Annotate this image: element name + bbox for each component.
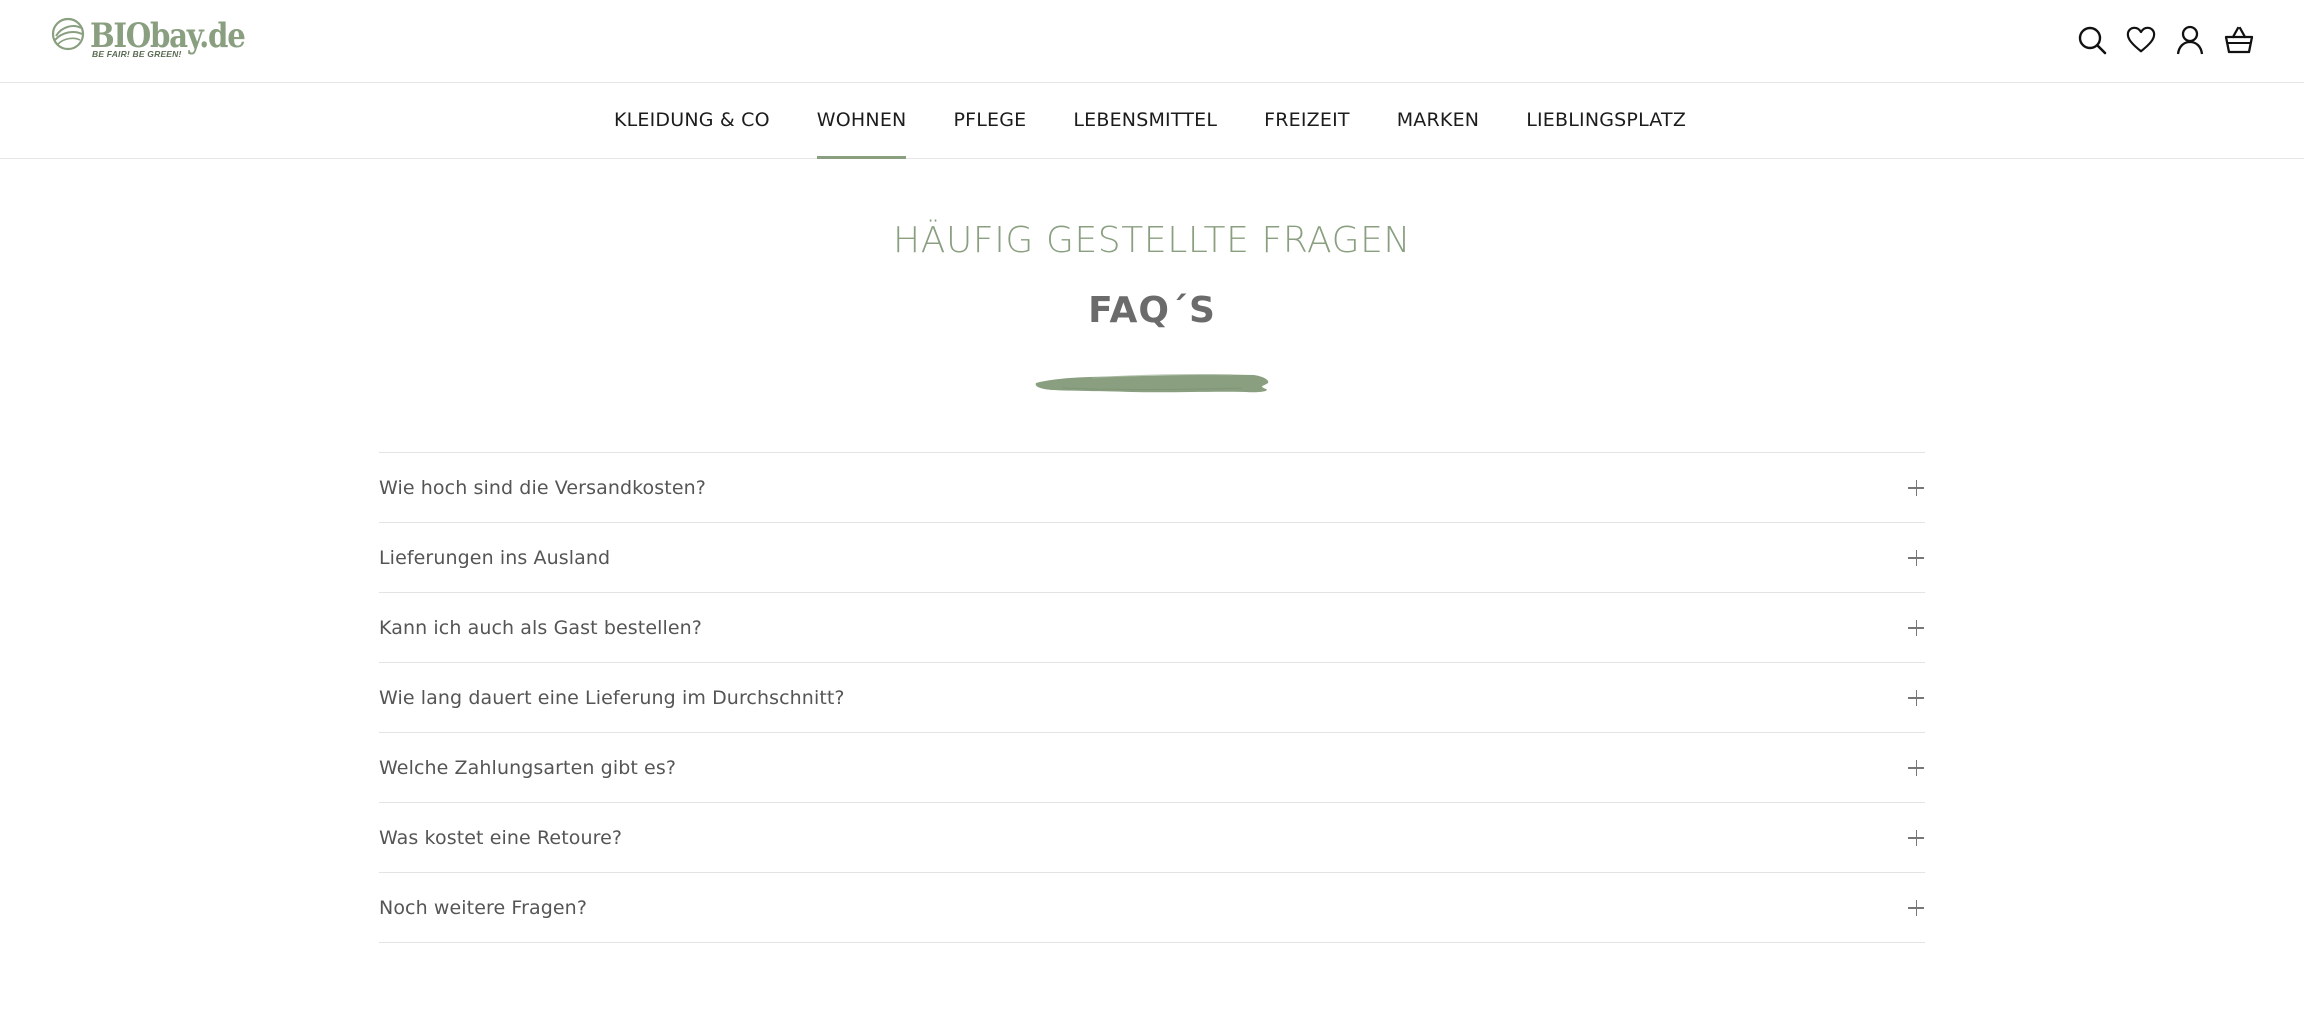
faq-question: Wie lang dauert eine Lieferung im Durchs…	[379, 686, 845, 709]
faq-item[interactable]: Noch weitere Fragen?	[379, 873, 1925, 943]
header-actions	[2077, 22, 2254, 58]
faq-subtitle: HÄUFIG GESTELLTE FRAGEN	[893, 220, 1411, 261]
plus-icon[interactable]	[1908, 689, 1924, 706]
nav-item-wohnen[interactable]: WOHNEN	[816, 84, 907, 159]
plus-icon[interactable]	[1908, 899, 1924, 916]
main-navigation: KLEIDUNG & CO WOHNEN PFLEGE LEBENSMITTEL…	[0, 84, 2304, 159]
nav-item-lieblingsplatz[interactable]: LIEBLINGSPLATZ	[1526, 84, 1686, 158]
faq-question: Was kostet eine Retoure?	[379, 826, 623, 849]
faq-item[interactable]: Wie hoch sind die Versandkosten?	[379, 453, 1925, 523]
faq-question: Wie hoch sind die Versandkosten?	[379, 476, 706, 499]
plus-icon[interactable]	[1908, 759, 1924, 776]
nav-item-pflege[interactable]: PFLEGE	[953, 84, 1026, 158]
account-icon[interactable]	[2175, 25, 2205, 55]
brush-stroke-divider	[1035, 374, 1269, 393]
faq-question: Noch weitere Fragen?	[379, 896, 588, 919]
plus-icon[interactable]	[1908, 549, 1924, 566]
nav-item-kleidung[interactable]: KLEIDUNG & CO	[614, 84, 770, 158]
faq-item[interactable]: Wie lang dauert eine Lieferung im Durchs…	[379, 663, 1925, 733]
logo-tagline: BE FAIR! BE GREEN!	[92, 49, 182, 59]
faq-question: Kann ich auch als Gast bestellen?	[379, 616, 702, 639]
faq-accordion: Wie hoch sind die Versandkosten? Lieferu…	[379, 452, 1925, 943]
faq-item[interactable]: Was kostet eine Retoure?	[379, 803, 1925, 873]
faq-item[interactable]: Kann ich auch als Gast bestellen?	[379, 593, 1925, 663]
nav-item-marken[interactable]: MARKEN	[1397, 84, 1479, 158]
plus-icon[interactable]	[1908, 829, 1924, 846]
faq-item[interactable]: Lieferungen ins Ausland	[379, 523, 1925, 593]
nav-item-freizeit[interactable]: FREIZEIT	[1264, 84, 1350, 158]
plus-icon[interactable]	[1908, 619, 1924, 636]
search-icon[interactable]	[2077, 25, 2107, 55]
faq-question: Lieferungen ins Ausland	[379, 546, 611, 569]
biobay-logo[interactable]: BIObay.de BE FAIR! BE GREEN!	[50, 14, 246, 62]
heart-icon[interactable]	[2126, 25, 2156, 55]
basket-icon[interactable]	[2224, 25, 2254, 55]
faq-item[interactable]: Welche Zahlungsarten gibt es?	[379, 733, 1925, 803]
page-title: FAQ´S	[1088, 290, 1216, 331]
nav-item-lebensmittel[interactable]: LEBENSMITTEL	[1073, 84, 1217, 158]
plus-icon[interactable]	[1908, 479, 1924, 496]
site-header: BIObay.de BE FAIR! BE GREEN!	[0, 0, 2304, 83]
faq-question: Welche Zahlungsarten gibt es?	[379, 756, 677, 779]
